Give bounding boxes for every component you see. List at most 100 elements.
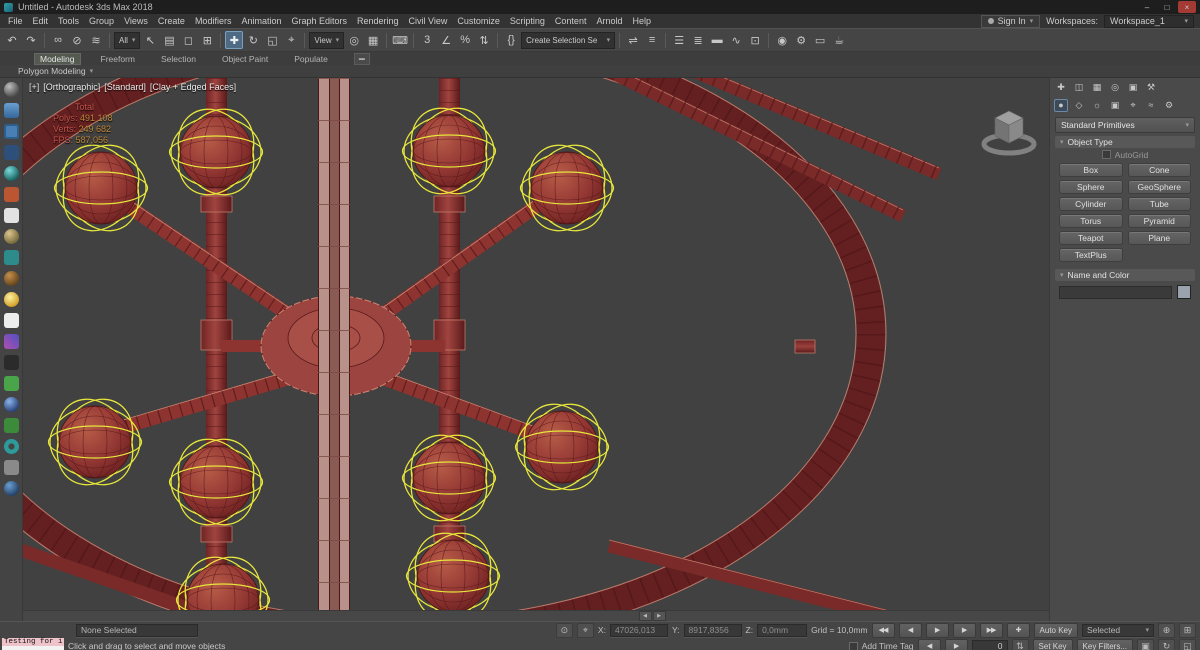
snowflake-tool-icon[interactable] <box>3 313 19 328</box>
panel-tool-icon[interactable] <box>3 103 19 118</box>
menu-rendering[interactable]: Rendering <box>352 16 404 26</box>
grid-tool-icon[interactable] <box>3 124 19 139</box>
maximize-viewport-icon[interactable]: ◱ <box>1179 638 1196 650</box>
cameras-category-icon[interactable]: ▣ <box>1108 99 1122 112</box>
menu-animation[interactable]: Animation <box>236 16 286 26</box>
go-to-start-icon[interactable]: ◀◀ <box>871 622 895 638</box>
menu-edit[interactable]: Edit <box>28 16 54 26</box>
ribbon-tab-object-paint[interactable]: Object Paint <box>216 53 274 65</box>
snaps-toggle-icon[interactable]: 3 <box>418 31 436 49</box>
ribbon-tab-modeling[interactable]: Modeling <box>34 53 81 65</box>
auto-key-button[interactable]: Auto Key <box>1033 622 1078 638</box>
scene-explorer-icon[interactable]: ☰ <box>670 31 688 49</box>
key-filters-button[interactable]: Key Filters... <box>1076 638 1133 650</box>
gray-panel-tool-icon[interactable] <box>3 460 19 475</box>
ribbon-toggle-icon[interactable]: ▬ <box>708 31 726 49</box>
blue-sphere-tool-icon[interactable] <box>3 397 19 412</box>
shapes-category-icon[interactable]: ◇ <box>1072 99 1086 112</box>
select-and-link-icon[interactable]: ∞ <box>49 31 67 49</box>
dark-panel-tool-icon[interactable] <box>3 145 19 160</box>
maximize-button[interactable]: □ <box>1158 1 1176 13</box>
orbit-view-icon[interactable]: ↻ <box>1158 638 1175 650</box>
bind-to-space-warp-icon[interactable]: ≋ <box>87 31 105 49</box>
rendered-frame-window-icon[interactable]: ▭ <box>811 31 829 49</box>
curve-editor-icon[interactable]: ∿ <box>727 31 745 49</box>
foliage-tool-icon[interactable] <box>3 418 19 433</box>
create-tab-icon[interactable]: ✚ <box>1054 81 1068 94</box>
primitive-cone-button[interactable]: Cone <box>1127 163 1191 177</box>
primitive-box-button[interactable]: Box <box>1059 163 1123 177</box>
current-frame-field[interactable]: 0 <box>971 639 1008 650</box>
angle-snap-icon[interactable]: ∠ <box>437 31 455 49</box>
menu-group[interactable]: Group <box>84 16 119 26</box>
time-slider-handle[interactable]: ◀ ▶ <box>638 611 666 621</box>
app-icon[interactable] <box>4 2 13 12</box>
next-key-icon[interactable]: ▶ <box>952 622 976 638</box>
set-keys-button[interactable]: ✚ <box>1006 622 1030 638</box>
polygon-modeling-panel[interactable]: Polygon Modeling <box>18 66 86 76</box>
helpers-category-icon[interactable]: ⌖ <box>1126 99 1140 112</box>
add-time-tag-button[interactable]: Add Time Tag <box>862 641 914 650</box>
menu-civil-view[interactable]: Civil View <box>404 16 453 26</box>
material-editor-icon[interactable]: ◉ <box>773 31 791 49</box>
render-setup-icon[interactable]: ⚙ <box>792 31 810 49</box>
viewport-menu-pov[interactable]: [Orthographic] <box>43 82 100 92</box>
tan-sphere-tool-icon[interactable] <box>3 229 19 244</box>
menu-tools[interactable]: Tools <box>53 16 84 26</box>
object-color-swatch[interactable] <box>1177 285 1191 299</box>
listener-script-line[interactable] <box>2 646 64 650</box>
blue-ball-tool-icon[interactable] <box>3 481 19 496</box>
menu-file[interactable]: File <box>3 16 28 26</box>
previous-frame-icon[interactable]: ◀ <box>638 611 652 621</box>
select-by-name-icon[interactable]: ▤ <box>160 31 178 49</box>
window-crossing-icon[interactable]: ⊞ <box>198 31 216 49</box>
display-tab-icon[interactable]: ▣ <box>1126 81 1140 94</box>
gems-tool-icon[interactable] <box>3 334 19 349</box>
lights-category-icon[interactable]: ☼ <box>1090 99 1104 112</box>
spacewarps-category-icon[interactable]: ≈ <box>1144 99 1158 112</box>
go-to-end-icon[interactable]: ▶▶ <box>979 622 1003 638</box>
teal-sphere-tool-icon[interactable] <box>3 166 19 181</box>
motion-tab-icon[interactable]: ◎ <box>1108 81 1122 94</box>
use-pivot-center-icon[interactable]: ◎ <box>345 31 363 49</box>
select-and-rotate-icon[interactable]: ↻ <box>244 31 262 49</box>
viewport-3d-scene[interactable] <box>23 78 1049 611</box>
key-set-dropdown[interactable]: Selected ▾ <box>1082 623 1154 637</box>
absolute-mode-icon[interactable]: ⌖ <box>576 622 594 638</box>
menu-help[interactable]: Help <box>627 16 656 26</box>
primitive-sphere-button[interactable]: Sphere <box>1059 180 1123 194</box>
unlink-selection-icon[interactable]: ⊘ <box>68 31 86 49</box>
green-panel-tool-icon[interactable] <box>3 376 19 391</box>
previous-frame-icon[interactable]: ◀ <box>917 638 941 650</box>
set-key-button[interactable]: Set Key <box>1032 638 1073 650</box>
time-tag-checkbox[interactable] <box>848 641 858 650</box>
selection-filter-dropdown[interactable]: All ▾ <box>114 31 141 49</box>
primitive-pyramid-button[interactable]: Pyramid <box>1127 214 1191 228</box>
autogrid-checkbox[interactable] <box>1101 150 1111 159</box>
pan-view-icon[interactable]: ▣ <box>1137 638 1154 650</box>
previous-key-icon[interactable]: ◀ <box>898 622 922 638</box>
primitive-tube-button[interactable]: Tube <box>1127 197 1191 211</box>
listener-macro-line[interactable]: Testing for i <box>2 638 64 646</box>
z-coordinate-field[interactable]: 0,0mm <box>757 623 808 637</box>
maxscript-mini-listener[interactable]: Testing for i <box>2 638 64 650</box>
menu-graph-editors[interactable]: Graph Editors <box>286 16 352 26</box>
torus-tool-icon[interactable] <box>3 439 19 454</box>
name-and-color-rollout[interactable]: ▾ Name and Color <box>1055 269 1195 281</box>
spinner-snap-icon[interactable]: ⇅ <box>475 31 493 49</box>
viewport-menu-renderer[interactable]: [Standard] <box>104 82 146 92</box>
viewport-menu-shading[interactable]: [Clay + Edged Faces] <box>150 82 236 92</box>
named-selection-sets-dropdown[interactable]: Create Selection Se ▾ <box>521 31 616 49</box>
menu-create[interactable]: Create <box>153 16 190 26</box>
gray-sphere-tool-icon[interactable] <box>3 82 19 97</box>
primitive-teapot-button[interactable]: Teapot <box>1059 231 1123 245</box>
select-and-manipulate-icon[interactable]: ▦ <box>364 31 382 49</box>
redo-icon[interactable]: ↷ <box>22 31 40 49</box>
particles-tool-icon[interactable] <box>3 187 19 202</box>
y-coordinate-field[interactable]: 8917,8356 <box>683 623 742 637</box>
undo-icon[interactable]: ↶ <box>3 31 21 49</box>
next-frame-icon[interactable]: ▶ <box>652 611 666 621</box>
menu-content[interactable]: Content <box>550 16 592 26</box>
viewport[interactable]: [+] [Orthographic] [Standard] [Clay + Ed… <box>23 78 1049 621</box>
sun-tool-icon[interactable] <box>3 292 19 307</box>
